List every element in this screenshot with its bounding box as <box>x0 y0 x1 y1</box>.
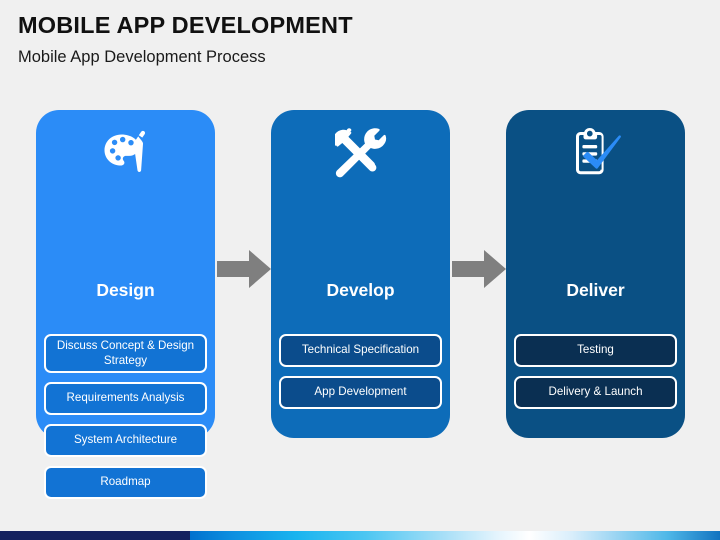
stage-card-design[interactable]: Design Discuss Concept & Design Strategy… <box>36 110 215 499</box>
stage-items-develop: Technical Specification App Development <box>279 334 442 418</box>
stage-heading-design: Design <box>96 280 155 300</box>
stage-item-technical-specification[interactable]: Technical Specification <box>279 334 442 367</box>
footer-bar-gradient-segment <box>190 531 720 540</box>
wrench-screwdriver-icon <box>271 124 450 182</box>
stage-item-app-development[interactable]: App Development <box>279 376 442 409</box>
stage-heading-deliver: Deliver <box>566 280 625 300</box>
stage-card-deliver[interactable]: Deliver Testing Delivery & Launch <box>506 110 685 438</box>
stage-item-delivery-and-launch[interactable]: Delivery & Launch <box>514 376 677 409</box>
stage-item-system-architecture[interactable]: System Architecture <box>44 424 207 457</box>
palette-brush-icon <box>36 124 215 182</box>
stage-item-roadmap[interactable]: Roadmap <box>44 466 207 499</box>
arrow-design-to-develop-icon <box>217 249 271 289</box>
arrow-develop-to-deliver-icon <box>452 249 506 289</box>
footer-bar-navy-segment <box>0 531 190 540</box>
stage-items-design: Discuss Concept & Design Strategy Requir… <box>44 334 207 508</box>
clipboard-check-icon <box>506 124 685 182</box>
stage-item-discuss-concept-design-strategy[interactable]: Discuss Concept & Design Strategy <box>44 334 207 373</box>
stage-card-develop[interactable]: Develop Technical Specification App Deve… <box>271 110 450 438</box>
footer-accent-bar <box>0 531 720 540</box>
stage-items-deliver: Testing Delivery & Launch <box>514 334 677 418</box>
stage-heading-develop: Develop <box>326 280 395 300</box>
stage-item-requirements-analysis[interactable]: Requirements Analysis <box>44 382 207 415</box>
process-flow-diagram: Design Discuss Concept & Design Strategy… <box>0 0 720 540</box>
stage-item-testing[interactable]: Testing <box>514 334 677 367</box>
